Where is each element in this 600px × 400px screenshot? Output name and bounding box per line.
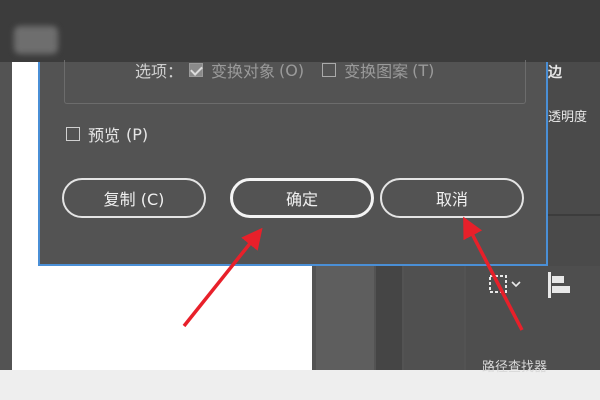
top-background <box>0 0 600 62</box>
transform-icon[interactable] <box>486 270 534 300</box>
panel-column <box>376 266 402 370</box>
copy-button[interactable]: 复制 (C) <box>62 178 206 218</box>
options-row: 选项： 变换对象 (O) 变换图案 (T) <box>135 58 452 82</box>
blurred-element <box>14 26 58 54</box>
panel-column <box>316 266 374 370</box>
preview-key: (P) <box>126 124 149 144</box>
options-group: 选项： 变换对象 (O) 变换图案 (T) <box>64 60 526 104</box>
preview-label[interactable]: 预览 <box>88 122 120 146</box>
opacity-label[interactable]: 透明度 <box>548 106 587 125</box>
preview-checkbox[interactable] <box>66 127 80 141</box>
transform-dialog: 选项： 变换对象 (O) 变换图案 (T) 预览 (P) 复制 (C) 确定 取… <box>38 60 548 266</box>
transform-patterns-label[interactable]: 变换图案 <box>344 58 408 82</box>
transform-objects-checkbox[interactable] <box>189 63 204 77</box>
transform-objects-key: (O) <box>279 60 305 80</box>
cancel-button[interactable]: 取消 <box>380 178 524 218</box>
transform-objects-label[interactable]: 变换对象 <box>211 58 275 82</box>
right-panel <box>546 62 600 266</box>
preview-row[interactable]: 预览 (P) <box>66 122 148 146</box>
align-left-icon[interactable] <box>546 270 574 300</box>
transform-patterns-key: (T) <box>412 60 435 80</box>
transform-patterns-checkbox[interactable] <box>322 63 337 77</box>
ok-button[interactable]: 确定 <box>230 178 374 218</box>
pathfinder-label[interactable]: 路径查找器 <box>482 356 547 375</box>
panel-column <box>404 266 464 370</box>
edge-label: 边 <box>548 65 562 81</box>
options-label: 选项： <box>135 62 184 81</box>
